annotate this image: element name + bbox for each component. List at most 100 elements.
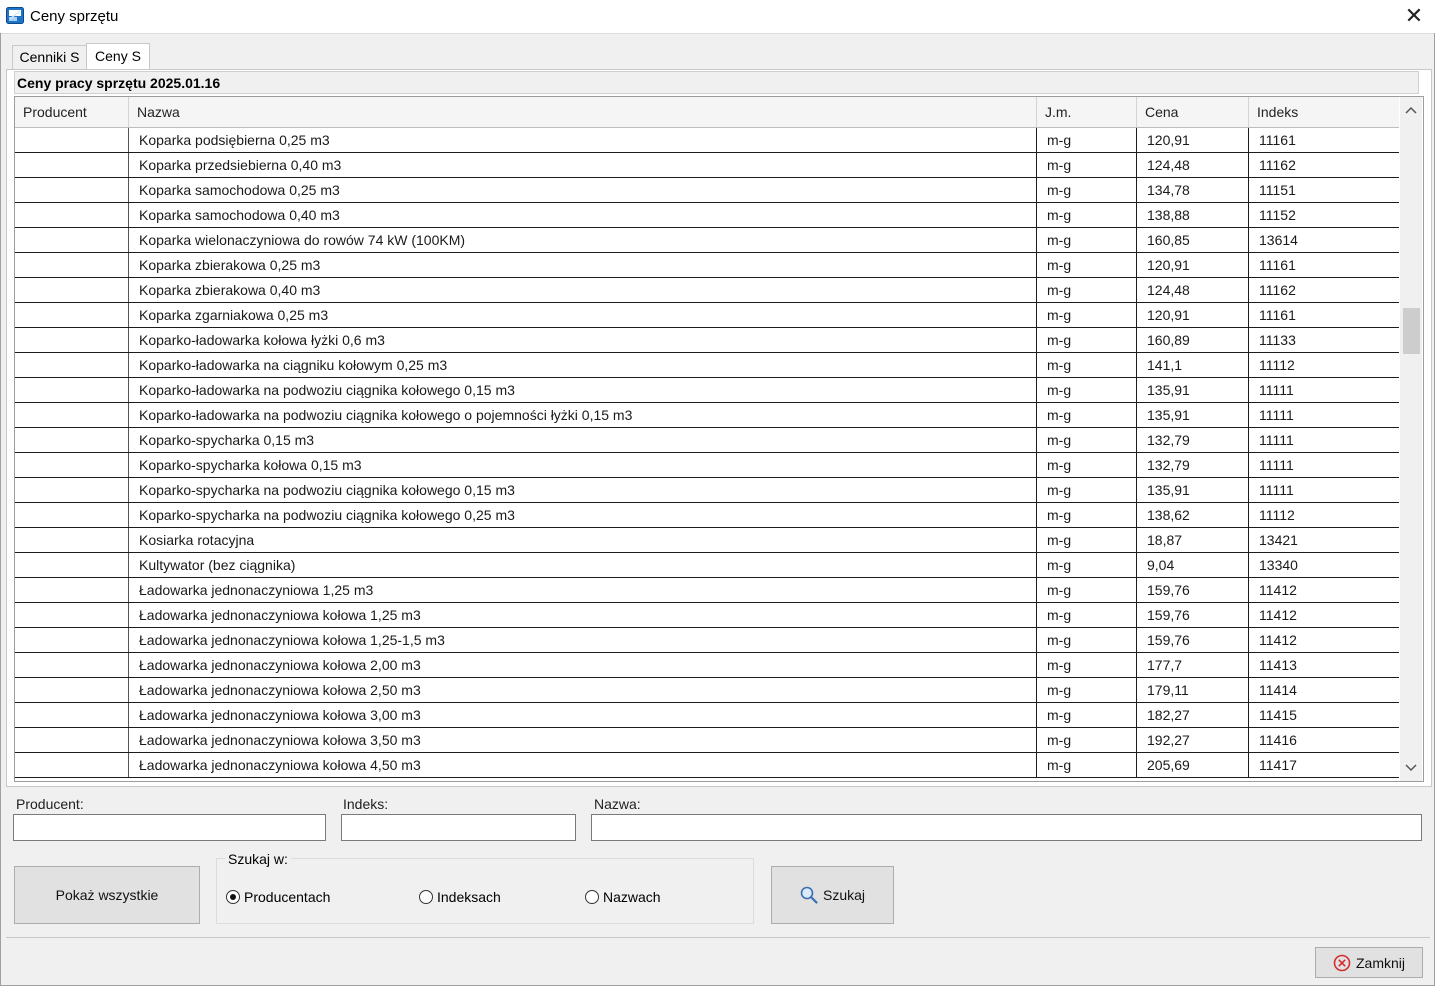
table-row[interactable]: Koparko-spycharka na podwoziu ciągnika k… [15, 503, 1399, 528]
cell-jm[interactable]: m-g [1037, 178, 1137, 202]
cell-jm[interactable]: m-g [1037, 428, 1137, 452]
cell-indeks[interactable]: 11412 [1249, 603, 1399, 627]
cell-indeks[interactable]: 11412 [1249, 578, 1399, 602]
cell-cena[interactable]: 18,87 [1137, 528, 1249, 552]
table-row[interactable]: Koparko-ładowarka na podwoziu ciągnika k… [15, 378, 1399, 403]
table-row[interactable]: Ładowarka jednonaczyniowa 1,25 m3 m-g 159,… [15, 578, 1399, 603]
producent-input[interactable] [13, 814, 326, 841]
column-header-cena[interactable]: Cena [1137, 97, 1249, 127]
cell-nazwa[interactable]: Ładowarka jednonaczyniowa kołowa 2,00 m3 [129, 653, 1037, 677]
cell-producent[interactable] [15, 478, 129, 502]
cell-jm[interactable]: m-g [1037, 303, 1137, 327]
cell-producent[interactable] [15, 328, 129, 352]
cell-producent[interactable] [15, 178, 129, 202]
cell-nazwa[interactable]: Koparko-ładowarka na podwoziu ciągnika k… [129, 378, 1037, 402]
cell-indeks[interactable]: 11412 [1249, 628, 1399, 652]
cell-cena[interactable]: 159,76 [1137, 628, 1249, 652]
cell-nazwa[interactable]: Koparko-spycharka kołowa 0,15 m3 [129, 453, 1037, 477]
cell-producent[interactable] [15, 153, 129, 177]
cell-jm[interactable]: m-g [1037, 253, 1137, 277]
cell-jm[interactable]: m-g [1037, 328, 1137, 352]
table-row[interactable]: Koparko-ładowarka na podwoziu ciągnika k… [15, 403, 1399, 428]
cell-nazwa[interactable]: Koparka samochodowa 0,40 m3 [129, 203, 1037, 227]
cell-cena[interactable]: 159,76 [1137, 603, 1249, 627]
table-row[interactable]: Koparka podsiębierna 0,25 m3 m-g 120,91 111… [15, 128, 1399, 153]
cell-producent[interactable] [15, 653, 129, 677]
cell-nazwa[interactable]: Koparka zgarniakowa 0,25 m3 [129, 303, 1037, 327]
cell-producent[interactable] [15, 628, 129, 652]
cell-producent[interactable] [15, 453, 129, 477]
cell-indeks[interactable]: 11111 [1249, 428, 1399, 452]
cell-indeks[interactable]: 11111 [1249, 453, 1399, 477]
cell-cena[interactable]: 205,69 [1137, 753, 1249, 777]
tab-cenniki[interactable]: Cenniki S [12, 45, 87, 69]
table-row[interactable]: Koparka wielonaczyniowa do rowów 74 kW (… [15, 228, 1399, 253]
scroll-up-arrow-icon[interactable] [1400, 99, 1422, 121]
cell-jm[interactable]: m-g [1037, 678, 1137, 702]
cell-jm[interactable]: m-g [1037, 528, 1137, 552]
table-row[interactable]: Ładowarka jednonaczyniowa kołowa 1,25-1,… [15, 628, 1399, 653]
cell-producent[interactable] [15, 428, 129, 452]
table-row[interactable]: Koparka przedsiebierna 0,40 m3 m-g 124,48 1… [15, 153, 1399, 178]
radio-selected-icon[interactable] [226, 890, 240, 904]
cell-indeks[interactable]: 13421 [1249, 528, 1399, 552]
cell-nazwa[interactable]: Kosiarka rotacyjna [129, 528, 1037, 552]
cell-cena[interactable]: 192,27 [1137, 728, 1249, 752]
cell-jm[interactable]: m-g [1037, 453, 1137, 477]
vertical-scrollbar[interactable] [1400, 97, 1422, 781]
cell-nazwa[interactable]: Kultywator (bez ciągnika) [129, 553, 1037, 577]
cell-producent[interactable] [15, 753, 129, 777]
cell-indeks[interactable]: 11161 [1249, 128, 1399, 152]
cell-nazwa[interactable]: Ładowarka jednonaczyniowa kołowa 3,00 m3 [129, 703, 1037, 727]
cell-indeks[interactable]: 11415 [1249, 703, 1399, 727]
cell-nazwa[interactable]: Koparka przedsiebierna 0,40 m3 [129, 153, 1037, 177]
cell-indeks[interactable]: 11112 [1249, 503, 1399, 527]
cell-nazwa[interactable]: Koparko-ładowarka na podwoziu ciągnika k… [129, 403, 1037, 427]
cell-nazwa[interactable]: Ładowarka jednonaczyniowa 1,25 m3 [129, 578, 1037, 602]
cell-producent[interactable] [15, 278, 129, 302]
table-row[interactable]: Ładowarka jednonaczyniowa kołowa 3,00 m3… [15, 703, 1399, 728]
search-button[interactable]: Szukaj [771, 866, 894, 924]
table-row[interactable]: Koparko-ładowarka kołowa łyżki 0,6 m3 m-g… [15, 328, 1399, 353]
cell-indeks[interactable]: 11151 [1249, 178, 1399, 202]
cell-jm[interactable]: m-g [1037, 503, 1137, 527]
cell-indeks[interactable]: 11161 [1249, 253, 1399, 277]
cell-jm[interactable]: m-g [1037, 478, 1137, 502]
cell-cena[interactable]: 135,91 [1137, 403, 1249, 427]
cell-jm[interactable]: m-g [1037, 578, 1137, 602]
cell-indeks[interactable]: 11112 [1249, 353, 1399, 377]
show-all-button[interactable]: Pokaż wszystkie [14, 866, 200, 924]
cell-cena[interactable]: 135,91 [1137, 478, 1249, 502]
cell-jm[interactable]: m-g [1037, 403, 1137, 427]
table-row[interactable]: Koparko-spycharka 0,15 m3 m-g 132,79 11111 [15, 428, 1399, 453]
cell-cena[interactable]: 132,79 [1137, 453, 1249, 477]
cell-jm[interactable]: m-g [1037, 153, 1137, 177]
table-row[interactable]: Kultywator (bez ciągnika) m-g 9,04 13340 [15, 553, 1399, 578]
cell-cena[interactable]: 132,79 [1137, 428, 1249, 452]
cell-jm[interactable]: m-g [1037, 628, 1137, 652]
table-row[interactable]: Ładowarka jednonaczyniowa kołowa 3,50 m3… [15, 728, 1399, 753]
cell-indeks[interactable]: 11413 [1249, 653, 1399, 677]
cell-nazwa[interactable]: Koparka zbierakowa 0,40 m3 [129, 278, 1037, 302]
cell-cena[interactable]: 179,11 [1137, 678, 1249, 702]
cell-jm[interactable]: m-g [1037, 728, 1137, 752]
cell-producent[interactable] [15, 553, 129, 577]
cell-cena[interactable]: 177,7 [1137, 653, 1249, 677]
scrollbar-thumb[interactable] [1403, 308, 1420, 354]
cell-nazwa[interactable]: Ładowarka jednonaczyniowa kołowa 4,50 m3 [129, 753, 1037, 777]
radio-nazwach[interactable]: Nazwach [585, 889, 661, 905]
cell-indeks[interactable]: 11111 [1249, 478, 1399, 502]
table-row[interactable]: Ładowarka jednonaczyniowa kołowa 2,00 m3… [15, 653, 1399, 678]
table-row[interactable]: Koparko-spycharka kołowa 0,15 m3 m-g 132,7… [15, 453, 1399, 478]
cell-nazwa[interactable]: Koparka podsiębierna 0,25 m3 [129, 128, 1037, 152]
cell-indeks[interactable]: 11417 [1249, 753, 1399, 777]
cell-jm[interactable]: m-g [1037, 228, 1137, 252]
radio-unselected-icon[interactable] [419, 890, 433, 904]
cell-cena[interactable]: 160,85 [1137, 228, 1249, 252]
cell-producent[interactable] [15, 403, 129, 427]
tab-ceny[interactable]: Ceny S [86, 43, 150, 71]
table-row[interactable]: Koparka zbierakowa 0,40 m3 m-g 124,48 11162 [15, 278, 1399, 303]
table-row[interactable]: Ładowarka jednonaczyniowa kołowa 1,25 m3… [15, 603, 1399, 628]
cell-cena[interactable]: 182,27 [1137, 703, 1249, 727]
cell-producent[interactable] [15, 578, 129, 602]
